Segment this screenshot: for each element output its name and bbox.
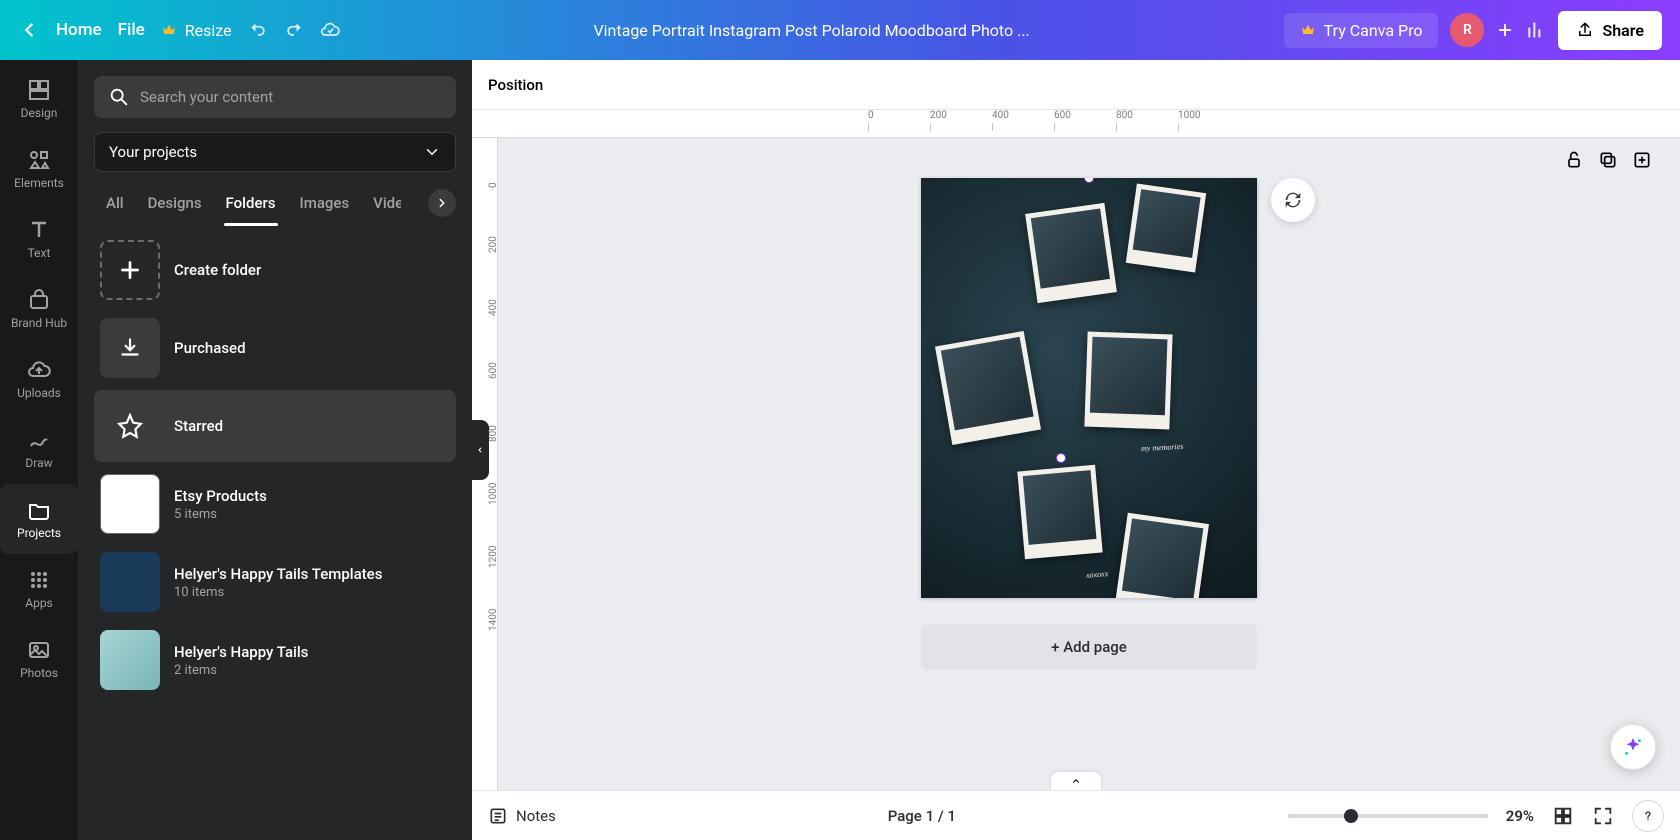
rail-design[interactable]: Design	[0, 64, 78, 134]
ruler-horizontal: 0 200 400 600 800 1000	[472, 110, 1680, 138]
cloud-sync-icon[interactable]	[320, 20, 340, 40]
notes-icon	[488, 806, 508, 826]
ai-assistant-fab[interactable]	[1610, 724, 1656, 770]
side-rail: Design Elements Text Brand Hub Uploads D…	[0, 60, 78, 840]
projects-filter-select[interactable]: Your projects	[94, 132, 456, 172]
topbar-center: Vintage Portrait Instagram Post Polaroid…	[354, 21, 1270, 40]
search-input[interactable]	[140, 88, 442, 106]
home-button[interactable]: Home	[56, 20, 102, 40]
panel-tabs: All Designs Folders Images Videos	[94, 186, 456, 220]
crown-icon	[161, 22, 177, 38]
try-pro-button[interactable]: Try Canva Pro	[1284, 13, 1439, 48]
ruler-tick: 600	[1054, 110, 1071, 121]
search-box[interactable]	[94, 76, 456, 118]
artboard[interactable]: my memories xoxoxx	[921, 178, 1257, 598]
bottom-bar: Notes Page 1 / 1 29%	[472, 790, 1680, 840]
canvas-toolbar: Position	[472, 60, 1680, 110]
rail-apps[interactable]: Apps	[0, 554, 78, 624]
document-title[interactable]: Vintage Portrait Instagram Post Polaroid…	[593, 21, 1029, 40]
rail-uploads[interactable]: Uploads	[0, 344, 78, 414]
ruler-tick: 800	[1116, 110, 1133, 121]
tabs-scroll-right[interactable]	[428, 189, 456, 217]
folder-thumb-icon	[100, 474, 160, 534]
rail-projects[interactable]: Projects	[0, 484, 78, 554]
ruler-tick: 400	[992, 110, 1009, 121]
panel-collapse-handle[interactable]	[471, 420, 489, 480]
polaroid-photo[interactable]	[1025, 203, 1117, 303]
tab-designs[interactable]: Designs	[136, 186, 214, 220]
analytics-icon[interactable]	[1526, 20, 1546, 40]
help-button[interactable]	[1632, 800, 1664, 832]
zoom-slider[interactable]	[1288, 814, 1488, 818]
search-icon	[108, 86, 130, 108]
stage[interactable]: my memories xoxoxx + Add page	[498, 138, 1680, 790]
back-arrow-icon[interactable]	[18, 19, 40, 41]
star-icon	[117, 413, 143, 439]
folder-thumb-icon	[100, 552, 160, 612]
folder-etsy-products[interactable]: Etsy Products5 items	[94, 468, 456, 540]
tab-folders[interactable]: Folders	[214, 186, 288, 220]
grid-view-icon[interactable]	[1552, 805, 1574, 827]
folder-starred[interactable]: Starred	[94, 390, 456, 462]
zoom-value[interactable]: 29%	[1506, 807, 1534, 825]
chevron-down-icon	[423, 143, 441, 161]
stage-wrap: 0 200 400 600 800 1000 1200 1400	[472, 138, 1680, 790]
ruler-tick: 200	[930, 110, 947, 121]
expand-pages-handle[interactable]	[1051, 772, 1101, 790]
polaroid-photo[interactable]	[1115, 513, 1209, 598]
tab-all[interactable]: All	[94, 186, 136, 220]
ruler-tick: 0	[868, 110, 874, 121]
share-button[interactable]: Share	[1558, 11, 1662, 50]
folder-purchased[interactable]: Purchased	[94, 312, 456, 384]
fullscreen-icon[interactable]	[1592, 805, 1614, 827]
top-bar: Home File Resize Vintage Portrait Instag…	[0, 0, 1680, 60]
folder-list: Create folder Purchased Starred Etsy Pro…	[94, 234, 456, 824]
selection-handle[interactable]	[1056, 453, 1066, 463]
file-button[interactable]: File	[118, 20, 145, 40]
tab-images[interactable]: Images	[288, 186, 362, 220]
folder-thumb-icon	[100, 630, 160, 690]
polaroid-photo[interactable]	[1017, 465, 1102, 559]
notes-button[interactable]: Notes	[488, 806, 556, 826]
page-indicator[interactable]: Page 1 / 1	[556, 807, 1288, 825]
create-folder-row[interactable]: Create folder	[94, 234, 456, 306]
rail-text[interactable]: Text	[0, 204, 78, 274]
add-member-icon[interactable]	[1496, 21, 1514, 39]
rail-draw[interactable]: Draw	[0, 414, 78, 484]
regenerate-fab[interactable]	[1271, 178, 1315, 222]
artboard-wrap: my memories xoxoxx	[921, 178, 1257, 598]
tab-videos[interactable]: Videos	[361, 186, 401, 220]
polaroid-photo[interactable]	[1084, 332, 1172, 430]
position-button[interactable]: Position	[488, 76, 543, 94]
rail-elements[interactable]: Elements	[0, 134, 78, 204]
rail-photos[interactable]: Photos	[0, 624, 78, 694]
handwriting-text[interactable]: xoxoxx	[1086, 569, 1109, 580]
topbar-left: Home File Resize	[18, 19, 340, 41]
share-icon	[1576, 21, 1594, 39]
main-area: Design Elements Text Brand Hub Uploads D…	[0, 60, 1680, 840]
topbar-right: Try Canva Pro R Share	[1284, 11, 1662, 50]
add-page-button[interactable]: + Add page	[921, 624, 1257, 670]
polaroid-photo[interactable]	[1126, 184, 1206, 273]
rail-brand-hub[interactable]: Brand Hub	[0, 274, 78, 344]
undo-icon[interactable]	[248, 20, 268, 40]
download-icon	[117, 335, 143, 361]
canvas-area: Position 0 200 400 600 800 1000 0 200 40…	[472, 60, 1680, 840]
resize-button[interactable]: Resize	[161, 21, 232, 40]
plus-icon	[117, 257, 143, 283]
folder-templates[interactable]: Helyer's Happy Tails Templates10 items	[94, 546, 456, 618]
projects-panel: Your projects All Designs Folders Images…	[78, 60, 472, 840]
ruler-tick: 1000	[1178, 110, 1200, 121]
user-avatar[interactable]: R	[1450, 13, 1484, 47]
redo-icon[interactable]	[284, 20, 304, 40]
folder-happy-tails[interactable]: Helyer's Happy Tails2 items	[94, 624, 456, 696]
polaroid-photo[interactable]	[935, 331, 1041, 445]
crown-icon	[1300, 22, 1316, 38]
